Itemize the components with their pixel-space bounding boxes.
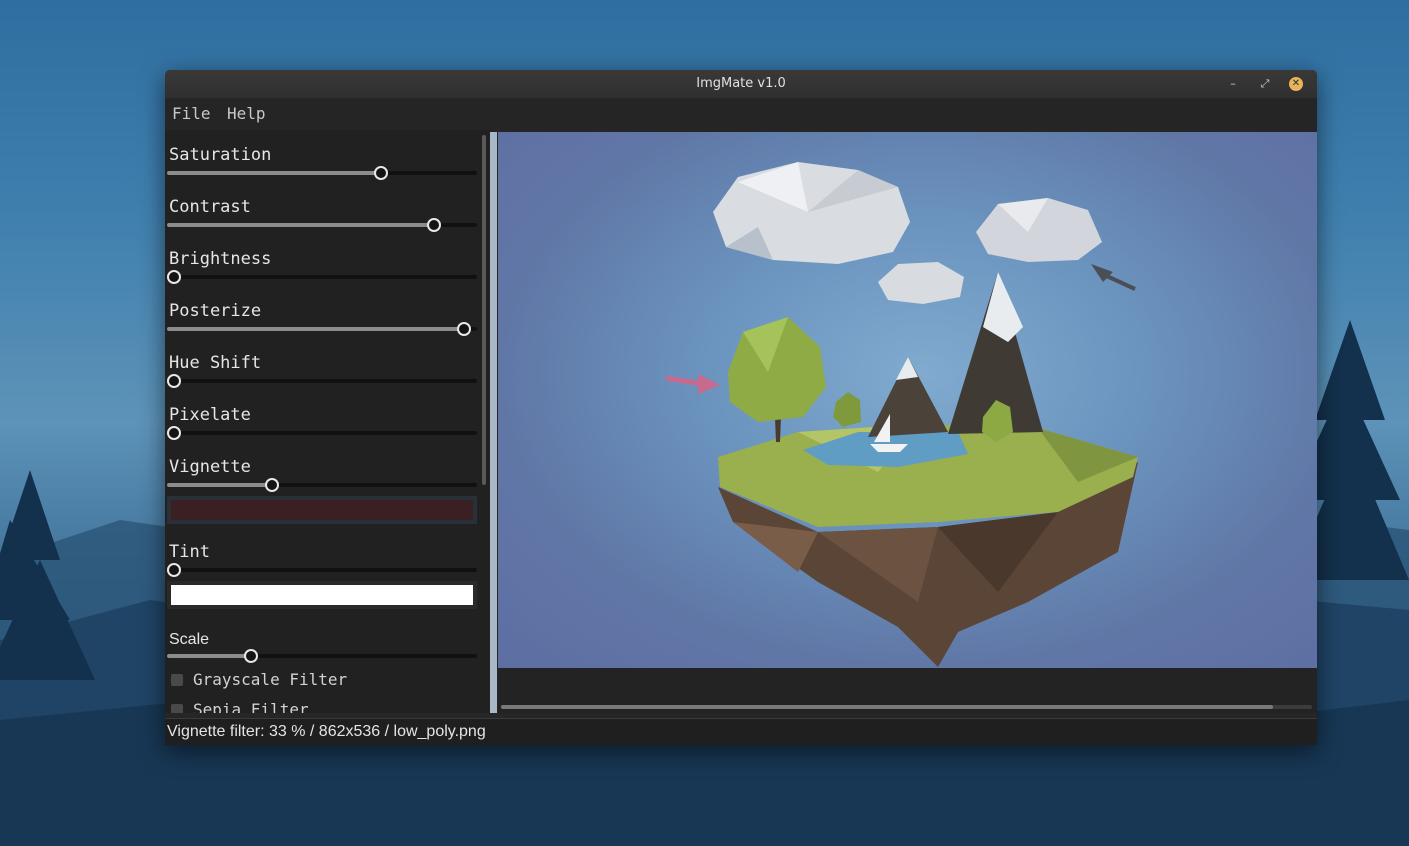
vignette-label: Vignette	[169, 457, 251, 477]
vignette-color-picker[interactable]	[167, 496, 477, 524]
slider-fill	[167, 327, 463, 331]
tree-trunk	[775, 417, 781, 442]
saturation-slider[interactable]	[167, 166, 477, 180]
pixelate-label: Pixelate	[169, 405, 251, 425]
slider-handle[interactable]	[167, 563, 181, 577]
minimize-button[interactable]: –	[1225, 76, 1241, 92]
scale-label: Scale	[169, 631, 210, 648]
menu-file[interactable]: File	[172, 104, 211, 123]
title-bar: ImgMate v1.0 – ⤢ ✕	[165, 70, 1317, 98]
saturation-label: Saturation	[169, 145, 272, 165]
sepia-checkbox[interactable]	[171, 704, 183, 713]
panel-splitter[interactable]	[490, 132, 497, 713]
cloud	[878, 262, 964, 304]
slider-handle[interactable]	[265, 478, 279, 492]
tint-color-picker[interactable]	[167, 581, 477, 609]
slider-handle[interactable]	[374, 166, 388, 180]
arrow-annotation	[698, 374, 720, 394]
tint-label: Tint	[169, 542, 210, 562]
contrast-slider[interactable]	[167, 218, 477, 232]
slider-handle[interactable]	[167, 426, 181, 440]
filter-control-panel: Saturation Contrast Brightness Posterize…	[165, 130, 490, 713]
slider-fill	[167, 483, 271, 487]
vignette-color-swatch[interactable]	[171, 500, 473, 520]
window-title: ImgMate v1.0	[696, 76, 786, 91]
slider-handle[interactable]	[457, 322, 471, 336]
contrast-label: Contrast	[169, 197, 251, 217]
cloud	[976, 198, 1102, 262]
app-window: ImgMate v1.0 – ⤢ ✕ File Help Saturation …	[165, 70, 1317, 745]
slider-fill	[167, 171, 380, 175]
panel-scrollbar[interactable]	[482, 135, 486, 485]
maximize-button[interactable]: ⤢	[1257, 76, 1273, 92]
horizontal-scroll-thumb[interactable]	[501, 705, 1273, 709]
brightness-slider[interactable]	[167, 270, 477, 284]
sepia-filter-label: Sepia Filter	[193, 700, 309, 713]
cloud	[713, 162, 910, 264]
horizontal-scrollbar[interactable]	[501, 705, 1312, 709]
close-button[interactable]: ✕	[1289, 77, 1303, 91]
status-bar: Vignette filter: 33 % / 862x536 / low_po…	[165, 718, 1317, 745]
slider-handle[interactable]	[244, 649, 258, 663]
status-text: Vignette filter: 33 % / 862x536 / low_po…	[167, 723, 486, 740]
tint-slider[interactable]	[167, 563, 477, 577]
scale-slider[interactable]	[167, 649, 477, 663]
slider-fill	[167, 654, 250, 658]
menu-bar: File Help	[165, 98, 1317, 130]
pixelate-slider[interactable]	[167, 426, 477, 440]
slider-fill	[167, 223, 433, 227]
posterize-label: Posterize	[169, 301, 262, 321]
tree	[833, 392, 861, 427]
grayscale-filter-label: Grayscale Filter	[193, 670, 348, 689]
vignette-slider[interactable]	[167, 478, 477, 492]
menu-help[interactable]: Help	[227, 104, 266, 123]
slider-handle[interactable]	[167, 270, 181, 284]
low-poly-island-image	[665, 162, 1138, 667]
image-canvas[interactable]	[498, 132, 1317, 668]
hue-shift-label: Hue Shift	[169, 353, 262, 373]
grayscale-checkbox[interactable]	[171, 674, 183, 686]
brightness-label: Brightness	[169, 249, 272, 269]
slider-handle[interactable]	[167, 374, 181, 388]
hue-shift-slider[interactable]	[167, 374, 477, 388]
tint-color-swatch[interactable]	[171, 585, 473, 605]
arrow-annotation	[665, 375, 704, 387]
posterize-slider[interactable]	[167, 322, 477, 336]
slider-handle[interactable]	[427, 218, 441, 232]
